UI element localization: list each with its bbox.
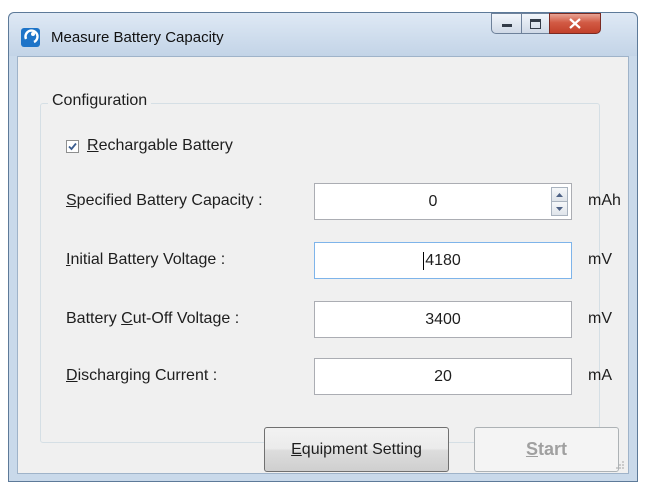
initial-voltage-unit: mV bbox=[588, 251, 612, 268]
window-title: Measure Battery Capacity bbox=[51, 29, 224, 46]
text-caret bbox=[423, 252, 424, 270]
start-button[interactable]: Start bbox=[474, 427, 619, 472]
checkmark-icon bbox=[68, 142, 77, 150]
app-icon bbox=[21, 28, 40, 47]
spin-down-button[interactable] bbox=[551, 202, 568, 216]
minimize-button[interactable] bbox=[491, 13, 521, 34]
specified-capacity-value: 0 bbox=[428, 192, 438, 210]
spin-down-icon bbox=[556, 206, 563, 211]
close-button[interactable] bbox=[549, 13, 601, 34]
initial-voltage-input[interactable]: 4180 bbox=[314, 242, 572, 279]
maximize-button[interactable] bbox=[521, 13, 549, 34]
rechargeable-checkbox-row[interactable]: Rechargable Battery bbox=[66, 137, 233, 155]
capacity-spinner[interactable] bbox=[551, 187, 568, 216]
configuration-group-label: Configuration bbox=[48, 92, 152, 110]
cutoff-voltage-unit: mV bbox=[588, 310, 612, 327]
rechargeable-label: Rechargable Battery bbox=[87, 137, 233, 154]
discharging-current-label: Discharging Current : bbox=[66, 367, 218, 384]
discharging-current-input[interactable]: 20 bbox=[314, 358, 572, 395]
spin-up-button[interactable] bbox=[551, 187, 568, 202]
resize-grip-icon[interactable] bbox=[615, 460, 625, 470]
spin-up-icon bbox=[556, 192, 563, 197]
capacity-unit: mAh bbox=[588, 192, 621, 209]
specified-capacity-label: Specified Battery Capacity : bbox=[66, 192, 263, 209]
caption-buttons bbox=[491, 13, 601, 35]
rechargeable-checkbox[interactable] bbox=[66, 139, 79, 153]
cutoff-voltage-value: 3400 bbox=[425, 310, 461, 328]
cutoff-voltage-input[interactable]: 3400 bbox=[314, 301, 572, 338]
initial-voltage-label: Initial Battery Voltage : bbox=[66, 251, 226, 268]
equipment-setting-button[interactable]: Equipment Setting bbox=[264, 427, 449, 472]
start-label: Start bbox=[525, 439, 568, 459]
specified-capacity-spinbox[interactable]: 0 bbox=[314, 183, 572, 220]
dialog-window: Measure Battery Capacity Configuration R… bbox=[8, 12, 638, 482]
discharging-current-value: 20 bbox=[434, 367, 452, 385]
initial-voltage-value: 4180 bbox=[425, 251, 461, 269]
close-icon bbox=[569, 18, 581, 29]
maximize-icon bbox=[530, 18, 541, 29]
minimize-icon bbox=[501, 23, 512, 27]
discharging-current-unit: mA bbox=[588, 367, 612, 384]
title-bar[interactable]: Measure Battery Capacity bbox=[9, 13, 637, 56]
cutoff-voltage-label: Battery Cut-Off Voltage : bbox=[66, 310, 240, 327]
equipment-setting-label: Equipment Setting bbox=[291, 440, 422, 458]
client-area: Configuration Rechargable Battery Specif… bbox=[17, 56, 629, 474]
